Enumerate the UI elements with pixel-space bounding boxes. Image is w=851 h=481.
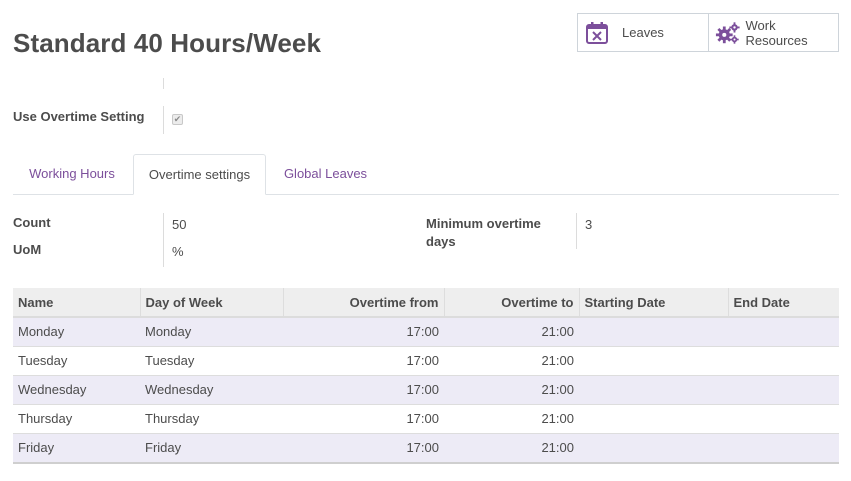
cell-overtime-from: 17:00 — [283, 374, 444, 404]
cell-overtime-to: 21:00 — [444, 432, 579, 462]
cell-starting-date — [579, 374, 728, 404]
field-separator — [163, 106, 164, 134]
column-header-day-of-week[interactable]: Day of Week — [140, 288, 284, 318]
cell-day-of-week: Friday — [140, 432, 283, 462]
smart-buttons: Leaves Work Resources — [577, 13, 839, 52]
cell-overtime-to: 21:00 — [444, 403, 579, 433]
table-footer-divider — [13, 462, 839, 464]
cell-name: Thursday — [13, 403, 140, 433]
cell-starting-date — [579, 403, 728, 433]
column-header-overtime-from[interactable]: Overtime from — [283, 288, 445, 318]
cell-end-date — [728, 345, 839, 375]
count-value[interactable]: 50 — [172, 217, 186, 232]
leaves-button-label: Leaves — [622, 25, 664, 40]
cell-day-of-week: Monday — [140, 316, 283, 346]
cell-overtime-from: 17:00 — [283, 432, 444, 462]
field-separator — [163, 213, 164, 267]
leaves-button[interactable]: Leaves — [578, 14, 708, 51]
cell-name: Monday — [13, 316, 140, 346]
cell-starting-date — [579, 432, 728, 462]
cell-overtime-to: 21:00 — [444, 345, 579, 375]
table-row[interactable]: Monday Monday 17:00 21:00 — [13, 316, 839, 346]
use-overtime-label: Use Overtime Setting — [13, 109, 145, 124]
column-header-starting-date[interactable]: Starting Date — [579, 288, 729, 318]
cell-end-date — [728, 374, 839, 404]
table-row[interactable]: Thursday Thursday 17:00 21:00 — [13, 403, 839, 433]
min-overtime-days-label: Minimum overtime days — [426, 215, 541, 251]
tab-overtime-settings[interactable]: Overtime settings — [133, 154, 266, 195]
table-row[interactable]: Friday Friday 17:00 21:00 — [13, 432, 839, 462]
column-header-overtime-to[interactable]: Overtime to — [444, 288, 580, 318]
work-resources-label-line1: Work — [745, 17, 776, 33]
cell-end-date — [728, 432, 839, 462]
count-label: Count — [13, 215, 51, 230]
page-title: Standard 40 Hours/Week — [13, 28, 322, 58]
cell-overtime-from: 17:00 — [283, 403, 444, 433]
uom-value[interactable]: % — [172, 244, 184, 259]
tab-working-hours[interactable]: Working Hours — [13, 154, 131, 194]
table-row[interactable]: Wednesday Wednesday 17:00 21:00 — [13, 374, 839, 404]
cell-starting-date — [579, 316, 728, 346]
min-overtime-days-label-line2: days — [426, 234, 456, 249]
min-overtime-days-label-line1: Minimum overtime — [426, 216, 541, 231]
work-resources-button-label: Work Resources — [746, 18, 808, 48]
cell-name: Wednesday — [13, 374, 140, 404]
work-resources-button[interactable]: Work Resources — [707, 14, 839, 51]
field-separator — [576, 213, 577, 249]
cell-name: Tuesday — [13, 345, 140, 375]
table-header-row: Name Day of Week Overtime from Overtime … — [13, 288, 839, 318]
overtime-table: Name Day of Week Overtime from Overtime … — [13, 288, 839, 462]
field-separator — [163, 78, 164, 89]
cell-end-date — [728, 403, 839, 433]
column-header-name[interactable]: Name — [13, 288, 141, 318]
cell-name: Friday — [13, 432, 140, 462]
column-header-end-date[interactable]: End Date — [728, 288, 839, 318]
work-resources-label-line2: Resources — [745, 32, 808, 48]
table-row[interactable]: Tuesday Tuesday 17:00 21:00 — [13, 345, 839, 375]
tab-global-leaves[interactable]: Global Leaves — [268, 154, 383, 194]
cell-starting-date — [579, 345, 728, 375]
cell-overtime-from: 17:00 — [283, 316, 444, 346]
cell-day-of-week: Thursday — [140, 403, 283, 433]
uom-label: UoM — [13, 242, 42, 257]
calendar-times-icon — [584, 20, 610, 46]
cell-end-date — [728, 316, 839, 346]
cell-overtime-to: 21:00 — [444, 316, 579, 346]
notebook-tabs: Working Hours Overtime settings Global L… — [13, 154, 839, 195]
gears-icon — [715, 20, 741, 46]
min-overtime-days-value[interactable]: 3 — [585, 217, 592, 232]
cell-overtime-to: 21:00 — [444, 374, 579, 404]
use-overtime-checkbox[interactable]: ✔ — [172, 114, 183, 125]
cell-overtime-from: 17:00 — [283, 345, 444, 375]
cell-day-of-week: Tuesday — [140, 345, 283, 375]
cell-day-of-week: Wednesday — [140, 374, 283, 404]
